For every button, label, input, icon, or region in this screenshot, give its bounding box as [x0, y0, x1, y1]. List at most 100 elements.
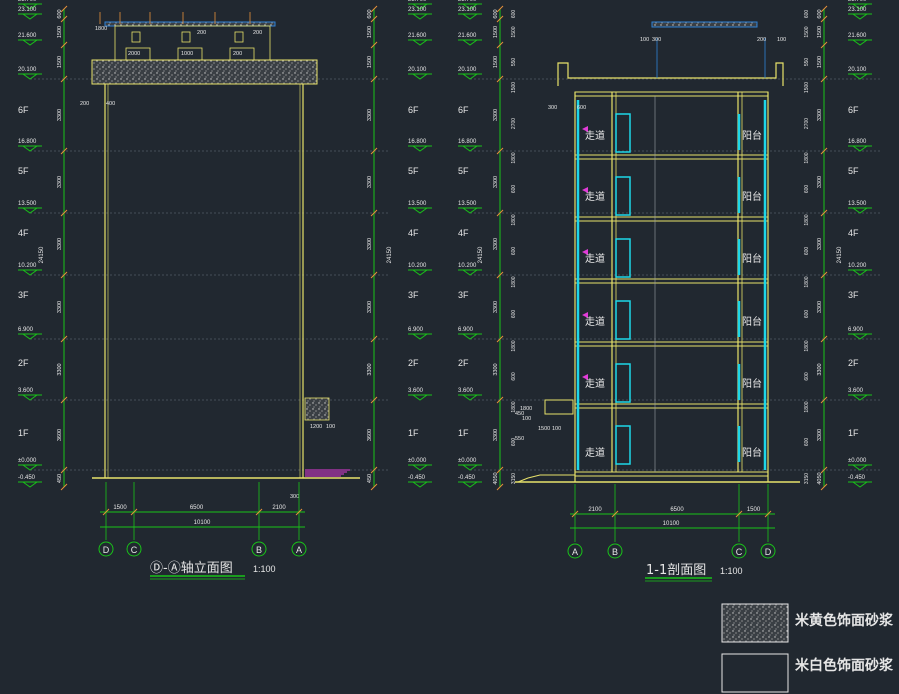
- legend-swatch-hatch: [721, 603, 789, 643]
- right-elev-inner-10-marker: [462, 481, 478, 488]
- right-elev-inner-9-marker: [462, 464, 478, 471]
- left-top-dim-200c: 200: [253, 30, 262, 36]
- left-top-dim-200: 200: [233, 51, 242, 57]
- right-elev-inner-floor-0: 6F: [458, 105, 469, 115]
- legend-label-beige: 米黄色饰面砂浆: [795, 612, 894, 629]
- right-rail-b-dim-0: 600: [804, 10, 810, 19]
- right-rail-a-dim-3: 1500: [511, 82, 517, 93]
- left-axis-label-0: D: [103, 545, 110, 555]
- roof-post-2: [234, 31, 244, 43]
- left-elev-inner-2-marker: [412, 39, 428, 46]
- left-elev-outer-5-marker: [22, 207, 38, 214]
- left-bottom-dim-2: 2100: [272, 505, 286, 511]
- left-elev-inner-floor-4: 2F: [408, 358, 419, 368]
- left-elev-inner-3-text: 20.100: [408, 67, 427, 73]
- right-elev-inner-floor-3: 3F: [458, 290, 469, 300]
- left-elev-inner-0-text: 23.700: [408, 0, 427, 3]
- right-rail-b-dim: 3300: [817, 109, 823, 121]
- right-elev-inner-0-text: 23.700: [458, 0, 477, 3]
- right-view-title: 1-1剖面图: [646, 563, 706, 578]
- right-axis-label-2: C: [736, 547, 743, 557]
- left-elev-outer-floor-2: 4F: [18, 228, 29, 238]
- right-elev-outer-6-marker: [852, 269, 868, 276]
- right-elev-inner-5-marker: [462, 207, 478, 214]
- left-elev-outer-2-text: 21.600: [18, 33, 37, 39]
- right-rail-a-dim-1: 1500: [511, 26, 517, 37]
- right-rail-a-dim-8: 600: [511, 247, 517, 256]
- right-rail-b-dim: 3300: [817, 238, 823, 250]
- left-elev-inner-floor-5: 1F: [408, 428, 419, 438]
- left-rail-a-dim: 3300: [57, 109, 63, 121]
- right-elev-outer-floor-5: 1F: [848, 428, 859, 438]
- right-elev-outer-2-marker: [852, 39, 868, 46]
- left-rail-a-dim: 3300: [57, 176, 63, 188]
- corridor-window-5: [615, 425, 631, 465]
- left-elev-inner-floor-0: 6F: [408, 105, 419, 115]
- floor-slab-2: [574, 216, 769, 222]
- right-rail-a-dim-13: 1800: [511, 401, 517, 412]
- right-rail-b-dim-7: 1800: [804, 214, 810, 225]
- left-top-dim-200b: 200: [197, 30, 206, 36]
- room-label-balcony-3: 阳台: [742, 315, 762, 328]
- right-rail-b-dim-6: 600: [804, 185, 810, 194]
- roof-post-1: [181, 31, 191, 43]
- corridor-window-0: [615, 113, 631, 153]
- right-rail-a-dim: 3300: [493, 363, 499, 375]
- right-axis-label-3: D: [765, 547, 772, 557]
- left-rail-b-dim: 1500: [367, 56, 373, 68]
- right-rail-a-dim-0: 600: [511, 10, 517, 19]
- right-bottom-dim-2: 1500: [747, 507, 761, 513]
- left-rail-a-dim: 1500: [57, 26, 63, 38]
- right-rail-b-dim-14: 600: [804, 438, 810, 447]
- left-elev-outer-floor-4: 2F: [18, 358, 29, 368]
- right-rail-b-dim-12: 600: [804, 372, 810, 381]
- left-rail-b-dim: 600: [367, 9, 373, 18]
- right-rail-b-dim-13: 1800: [804, 401, 810, 412]
- right-rail-a-dim-9: 1800: [511, 276, 517, 287]
- left-elev-inner-9-marker: [412, 464, 428, 471]
- right-elev-inner-1-text: 23.100: [458, 7, 477, 13]
- left-elev-inner-10-text: -0.450: [408, 475, 426, 481]
- right-top-dim-100: 100: [640, 37, 649, 43]
- right-rail-a-dim-11: 1800: [511, 340, 517, 351]
- left-rail-b-dim: 3600: [367, 429, 373, 441]
- left-elev-outer-3-marker: [22, 73, 38, 80]
- left-elev-inner-6-text: 10.200: [408, 263, 427, 269]
- right-axis-label-1: B: [612, 547, 618, 557]
- right-elev-inner-10-text: -0.450: [458, 475, 476, 481]
- right-elev-inner-floor-5: 1F: [458, 428, 469, 438]
- right-elev-inner-1-marker: [462, 13, 478, 20]
- right-elev-outer-floor-3: 3F: [848, 290, 859, 300]
- left-elev-outer-4-text: 16.800: [18, 139, 37, 145]
- room-label-balcony-2: 阳台: [742, 252, 762, 265]
- left-elev-inner-7-marker: [412, 333, 428, 340]
- left-rail-b-dim: 3300: [367, 109, 373, 121]
- right-rail-b-dim-8: 600: [804, 247, 810, 256]
- right-rail-a-dim-12: 600: [511, 372, 517, 381]
- corridor-window-4: [615, 363, 631, 403]
- room-label-corridor-5: 走道: [585, 446, 605, 459]
- left-elev-inner-2-text: 21.600: [408, 33, 427, 39]
- right-elev-inner-2-text: 21.600: [458, 33, 477, 39]
- right-rail-a-dim-2: 550: [511, 58, 517, 67]
- left-rail-a-dim: 3300: [57, 363, 63, 375]
- entrance-canopy: [304, 397, 330, 421]
- right-rail-b-dim: 3300: [817, 176, 823, 188]
- left-view-scale: 1:100: [253, 564, 276, 574]
- right-elev-inner-floor-2: 4F: [458, 228, 469, 238]
- cad-drawing-canvas: 1200 100300 走道 阳台走道 阳台走道 阳台走道 阳台走道 阳台走道 阳台 23.7…: [18, 0, 894, 693]
- right-rail-a-dim: 4050: [493, 472, 499, 484]
- right-rail-a-dim-5: 1800: [511, 152, 517, 163]
- right-elev-inner-8-text: 3.600: [458, 388, 474, 394]
- left-elev-inner-5-marker: [412, 207, 428, 214]
- right-rail-a-dim: 3300: [493, 238, 499, 250]
- left-elev-outer-8-text: 3.600: [18, 388, 34, 394]
- right-elev-outer-3-marker: [852, 73, 868, 80]
- right-elev-outer-7-text: 6.900: [848, 327, 864, 333]
- left-elev-outer-floor-3: 3F: [18, 290, 29, 300]
- right-elev-inner-floor-1: 5F: [458, 166, 469, 176]
- left-elev-inner-floor-2: 4F: [408, 228, 419, 238]
- right-elev-outer-1-text: 23.100: [848, 7, 867, 13]
- right-elev-inner-3-marker: [462, 73, 478, 80]
- floor-slab-3: [574, 278, 769, 284]
